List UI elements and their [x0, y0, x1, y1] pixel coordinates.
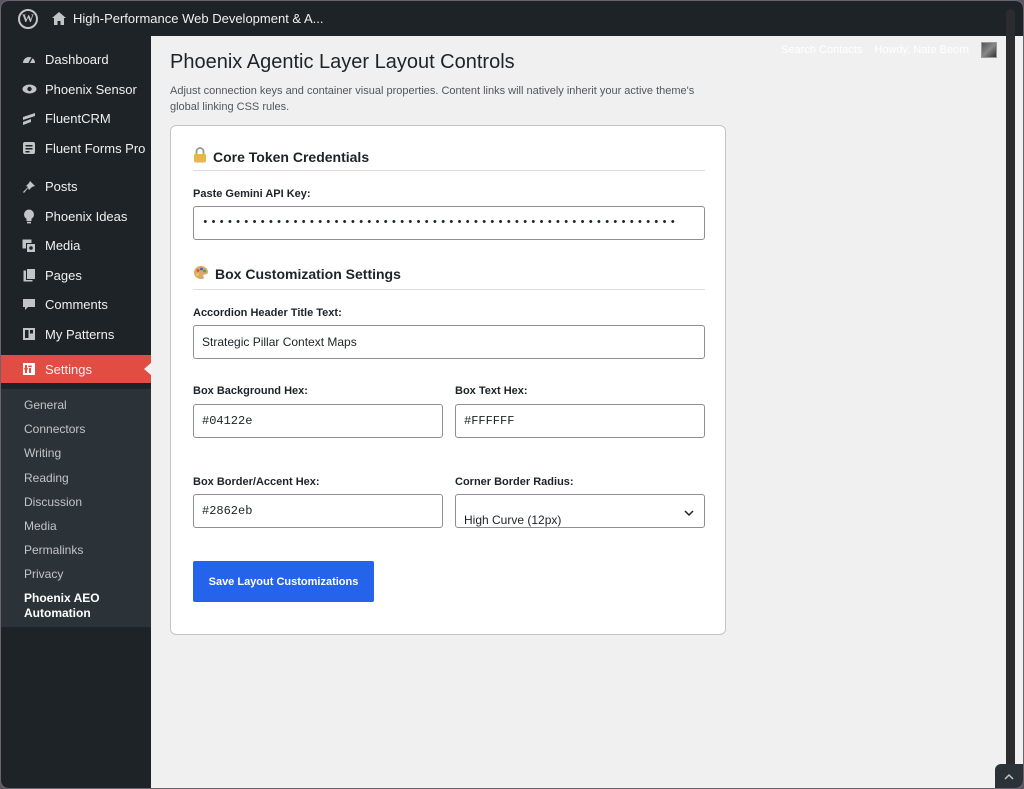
submenu-item-privacy[interactable]: Privacy	[1, 562, 151, 586]
sidebar-item-fluentcrm[interactable]: FluentCRM	[1, 104, 151, 134]
submenu-item-reading[interactable]: Reading	[1, 466, 151, 490]
submenu-item-writing[interactable]: Writing	[1, 441, 151, 465]
lock-icon	[193, 147, 207, 166]
settings-submenu: General Connectors Writing Reading Discu…	[1, 389, 151, 627]
header-title-label: Accordion Header Title Text:	[193, 307, 342, 319]
patterns-icon	[21, 326, 37, 342]
pin-icon	[21, 179, 37, 195]
sidebar-item-label: My Patterns	[45, 326, 115, 342]
scrollbar[interactable]	[1006, 9, 1015, 779]
submenu-item-connectors[interactable]: Connectors	[1, 417, 151, 441]
submenu-item-general[interactable]: General	[1, 393, 151, 417]
browser-window: W High-Performance Web Development & A..…	[0, 0, 1024, 789]
submenu-item-phoenix-aeo[interactable]: Phoenix AEO Automation	[1, 587, 111, 621]
scroll-up-icon[interactable]	[995, 764, 1023, 788]
border-hex-input[interactable]: #2862eb	[193, 494, 443, 528]
chevron-down-icon	[684, 507, 694, 517]
sidebar-item-label: Dashboard	[45, 52, 109, 68]
wordpress-logo-icon[interactable]: W	[18, 8, 38, 29]
sidebar-item-label: Comments	[45, 297, 108, 313]
main-content: Phoenix Agentic Layer Layout Controls Ad…	[170, 51, 710, 115]
sidebar-item-label: Fluent Forms Pro	[45, 140, 146, 156]
sidebar-item-pages[interactable]: Pages	[1, 261, 151, 291]
admin-sidebar: Dashboard Phoenix Sensor FluentCRM Fluen…	[1, 36, 151, 788]
sidebar-item-fluent-forms[interactable]: Fluent Forms Pro	[1, 134, 151, 164]
sidebar-item-dashboard[interactable]: Dashboard	[1, 45, 151, 75]
media-icon	[21, 238, 37, 254]
section-divider	[193, 170, 705, 171]
customization-section-title: Box Customization Settings	[193, 265, 401, 283]
submenu-item-discussion[interactable]: Discussion	[1, 490, 151, 514]
sidebar-item-label: Phoenix Ideas	[45, 208, 128, 224]
top-right-area: Search Contacts Howdy, Nate Beorn	[781, 42, 997, 58]
forms-icon	[21, 140, 37, 156]
admin-bar: W High-Performance Web Development & A..…	[1, 1, 1023, 36]
text-hex-label: Box Text Hex:	[455, 385, 528, 397]
pages-icon	[21, 267, 37, 283]
sidebar-item-phoenix-ideas[interactable]: Phoenix Ideas	[1, 202, 151, 232]
sidebar-item-label: Phoenix Sensor	[45, 81, 137, 97]
eye-icon	[21, 81, 37, 97]
lightbulb-icon	[21, 208, 37, 224]
page-title: Phoenix Agentic Layer Layout Controls	[170, 51, 515, 73]
avatar[interactable]	[981, 42, 997, 58]
save-layout-button[interactable]: Save Layout Customizations	[193, 561, 374, 602]
header-title-input[interactable]: Strategic Pillar Context Maps	[193, 325, 705, 359]
bg-hex-input[interactable]: #04122e	[193, 404, 443, 438]
sidebar-item-settings[interactable]: Settings	[1, 355, 151, 383]
page-description: Adjust connection keys and container vis…	[170, 85, 695, 113]
comment-icon	[21, 297, 37, 313]
sidebar-item-comments[interactable]: Comments	[1, 290, 151, 320]
site-title-link[interactable]: High-Performance Web Development & A...	[73, 11, 324, 26]
settings-card: Core Token Credentials Paste Gemini API …	[170, 125, 726, 635]
howdy-account-link[interactable]: Howdy, Nate Beorn	[874, 44, 969, 56]
submenu-item-permalinks[interactable]: Permalinks	[1, 538, 151, 562]
section-divider	[193, 289, 705, 290]
sidebar-item-label: FluentCRM	[45, 111, 111, 127]
sidebar-item-my-patterns[interactable]: My Patterns	[1, 320, 151, 350]
bg-hex-label: Box Background Hex:	[193, 385, 308, 397]
palette-icon	[193, 265, 209, 283]
api-key-field[interactable]: ••••••••••••••••••••••••••••••••••••••••…	[193, 206, 705, 240]
sidebar-item-label: Media	[45, 238, 81, 254]
sidebar-item-label: Posts	[45, 179, 78, 195]
border-hex-label: Box Border/Accent Hex:	[193, 476, 320, 488]
sidebar-item-phoenix-sensor[interactable]: Phoenix Sensor	[1, 75, 151, 105]
sidebar-item-media[interactable]: Media	[1, 231, 151, 261]
sidebar-item-posts[interactable]: Posts	[1, 172, 151, 202]
settings-icon	[21, 361, 37, 377]
corner-radius-label: Corner Border Radius:	[455, 476, 574, 488]
fluentcrm-icon	[21, 111, 37, 127]
credentials-section-title: Core Token Credentials	[193, 147, 369, 166]
submenu-item-media[interactable]: Media	[1, 514, 151, 538]
corner-radius-value: High Curve (12px)	[464, 513, 562, 527]
sidebar-item-label: Pages	[45, 267, 82, 283]
search-contacts-link[interactable]: Search Contacts	[781, 44, 862, 56]
dashboard-icon	[21, 52, 37, 68]
home-icon[interactable]	[52, 12, 66, 26]
sidebar-item-label: Settings	[45, 361, 92, 377]
api-key-label: Paste Gemini API Key:	[193, 188, 311, 200]
corner-radius-select[interactable]: High Curve (12px)	[455, 494, 705, 528]
text-hex-input[interactable]: #FFFFFF	[455, 404, 705, 438]
